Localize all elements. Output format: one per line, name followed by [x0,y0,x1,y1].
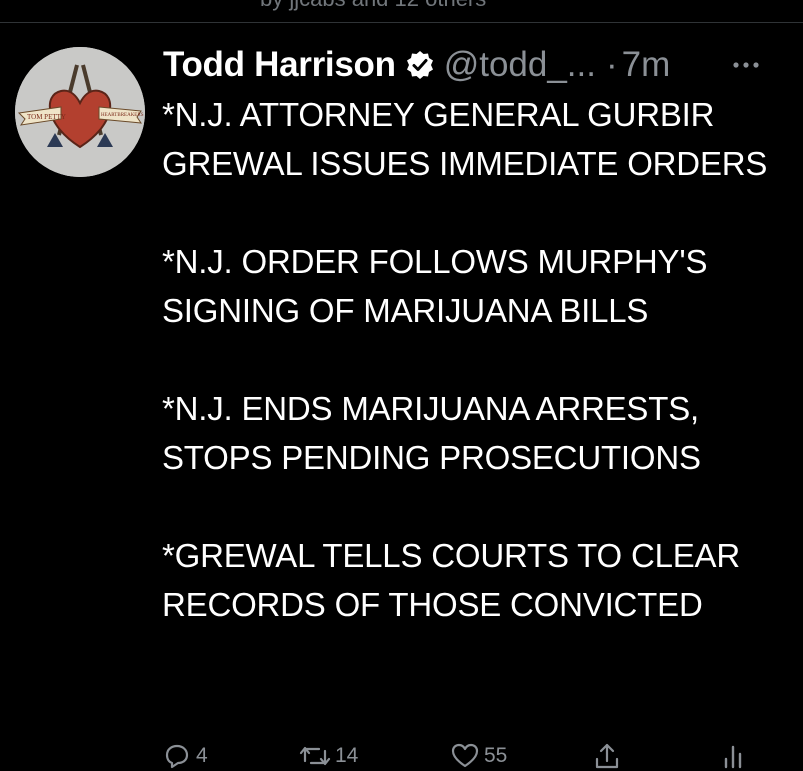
tweet-paragraph: *GREWAL TELLS COURTS TO CLEAR RECORDS OF… [162,537,740,623]
avatar-banner-right: HEARTBREAKERS [101,113,144,118]
tweet-paragraph: *N.J. ATTORNEY GENERAL GURBIR GREWAL ISS… [162,96,768,182]
more-horizontal-icon[interactable] [730,55,762,75]
tweet-timestamp[interactable]: 7m [622,45,671,85]
like-count: 55 [484,744,508,767]
social-context-text: by jjcabs and 12 others [260,0,486,12]
share-icon [592,741,622,771]
analytics-button[interactable] [718,741,748,771]
tweet-paragraph: *N.J. ENDS MARIJUANA ARRESTS, STOPS PEND… [162,390,701,476]
tweet[interactable]: TOM PETTY HEARTBREAKERS Todd Harrison @t… [0,23,803,769]
separator-dot: · [605,45,618,84]
retweet-button[interactable]: 14 [299,741,358,771]
avatar-banner-left: TOM PETTY [27,113,66,121]
reply-button[interactable]: 4 [162,741,208,771]
like-button[interactable]: 55 [450,741,507,771]
reply-count: 4 [196,744,208,767]
retweet-icon [299,741,331,771]
author-handle[interactable]: @todd_... [444,45,596,85]
heart-icon [450,741,480,771]
avatar[interactable]: TOM PETTY HEARTBREAKERS [15,47,145,177]
author-display-name[interactable]: Todd Harrison [163,45,396,85]
tweet-header: Todd Harrison @todd_... · 7m [163,43,670,87]
social-context-header: by jjcabs and 12 others [0,0,803,23]
verified-badge-icon [404,49,436,81]
share-button[interactable] [592,741,622,771]
tweet-paragraph: *N.J. ORDER FOLLOWS MURPHY'S SIGNING OF … [162,243,708,329]
tweet-actions: 4 14 55 [162,741,762,771]
retweet-count: 14 [335,744,359,767]
analytics-icon [718,741,748,771]
tweet-body: *N.J. ATTORNEY GENERAL GURBIR GREWAL ISS… [162,90,782,629]
reply-icon [162,741,192,771]
